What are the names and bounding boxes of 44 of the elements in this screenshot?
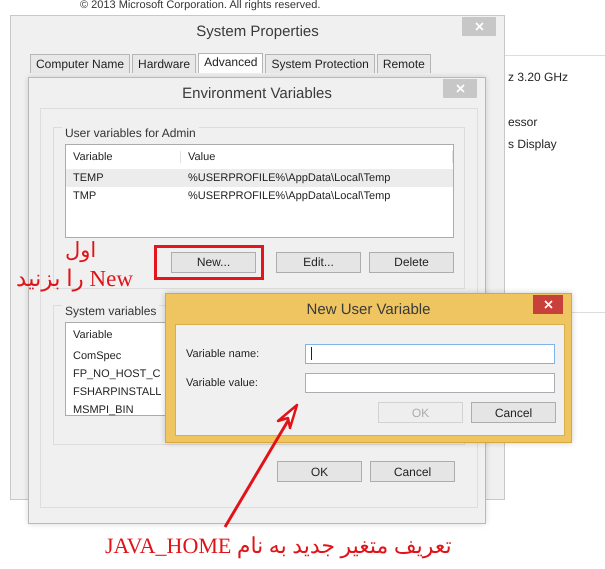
variable-button[interactable]: Edit... [276,252,361,272]
system-info-text: s Display [508,137,558,151]
tab[interactable]: Advanced [198,53,264,73]
variable-name[interactable]: FP_NO_HOST_C [66,368,165,380]
tab[interactable]: Hardware [132,54,196,73]
variable-row[interactable]: TEMP %USERPROFILE%\AppData\Local\Temp [66,169,453,187]
dialog-button[interactable]: OK [277,461,362,482]
variable-row[interactable]: TMP %USERPROFILE%\AppData\Local\Temp [66,187,453,205]
variable-value: %USERPROFILE%\AppData\Local\Temp [187,190,392,202]
variable-button[interactable]: Delete [369,252,454,272]
close-icon [544,300,552,309]
group-label: System variables [62,304,160,318]
window-title: New User Variable [306,300,430,318]
group-label: User variables for Admin [62,126,199,140]
dialog-button[interactable]: Cancel [471,402,556,423]
variable-name[interactable]: MSMPI_BIN [66,404,165,416]
variable-name[interactable]: FSHARPINSTALL [66,386,165,398]
variable-name[interactable]: ComSpec [66,350,165,362]
variable-value: %USERPROFILE%\AppData\Local\Temp [187,172,392,184]
column-header[interactable]: Variable [66,329,165,341]
system-info-text: essor [508,115,538,129]
tab[interactable]: Remote [376,54,431,73]
input-field[interactable] [305,373,555,393]
column-header[interactable]: Variable [66,151,181,163]
close-icon [474,22,484,31]
annotation-caption: تعریف متغیر جدید به نام JAVA_HOME [105,533,452,559]
new-button[interactable]: New... [171,252,256,272]
field-label: Variable value: [186,377,259,389]
column-header[interactable]: Value [181,151,453,163]
field-label: Variable name: [186,348,260,360]
close-button[interactable] [533,295,563,314]
variable-name: TMP [72,190,98,202]
close-icon [456,84,464,93]
annotation-text: New را بزنید [16,266,133,292]
system-info-text: z 3.20 GHz [508,70,568,84]
annotation-text: اول [65,238,96,263]
window-title: Environment Variables [182,84,332,102]
input-field[interactable] [305,344,555,364]
tab[interactable]: Computer Name [30,54,130,73]
window-title: System Properties [196,22,319,40]
variable-name: TEMP [72,172,105,184]
copyright-text: © 2013 Microsoft Corporation. All rights reserved. [80,0,320,11]
tab[interactable]: System Protection [265,54,375,73]
dialog-button[interactable]: Cancel [370,461,455,482]
